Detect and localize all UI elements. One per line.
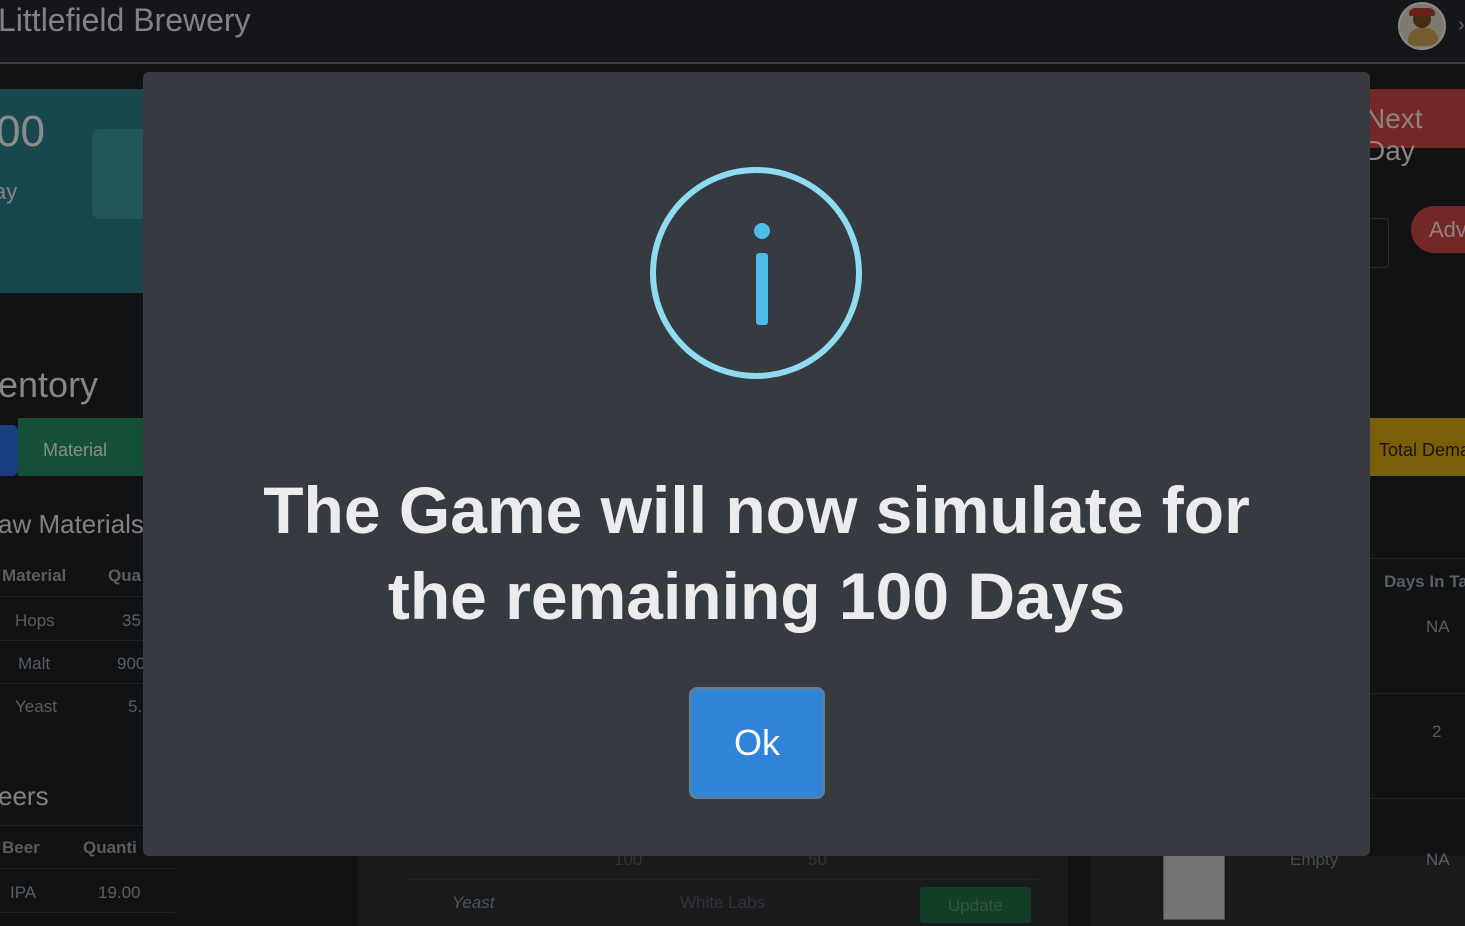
- dialog-message-line2: the remaining 100 Days: [387, 559, 1126, 633]
- info-icon: [650, 167, 862, 379]
- dialog-message-line1: The Game will now simulate for: [263, 473, 1250, 547]
- dialog-message: The Game will now simulate for the remai…: [183, 467, 1330, 639]
- info-dialog: The Game will now simulate for the remai…: [143, 72, 1370, 856]
- ok-button[interactable]: Ok: [689, 687, 825, 799]
